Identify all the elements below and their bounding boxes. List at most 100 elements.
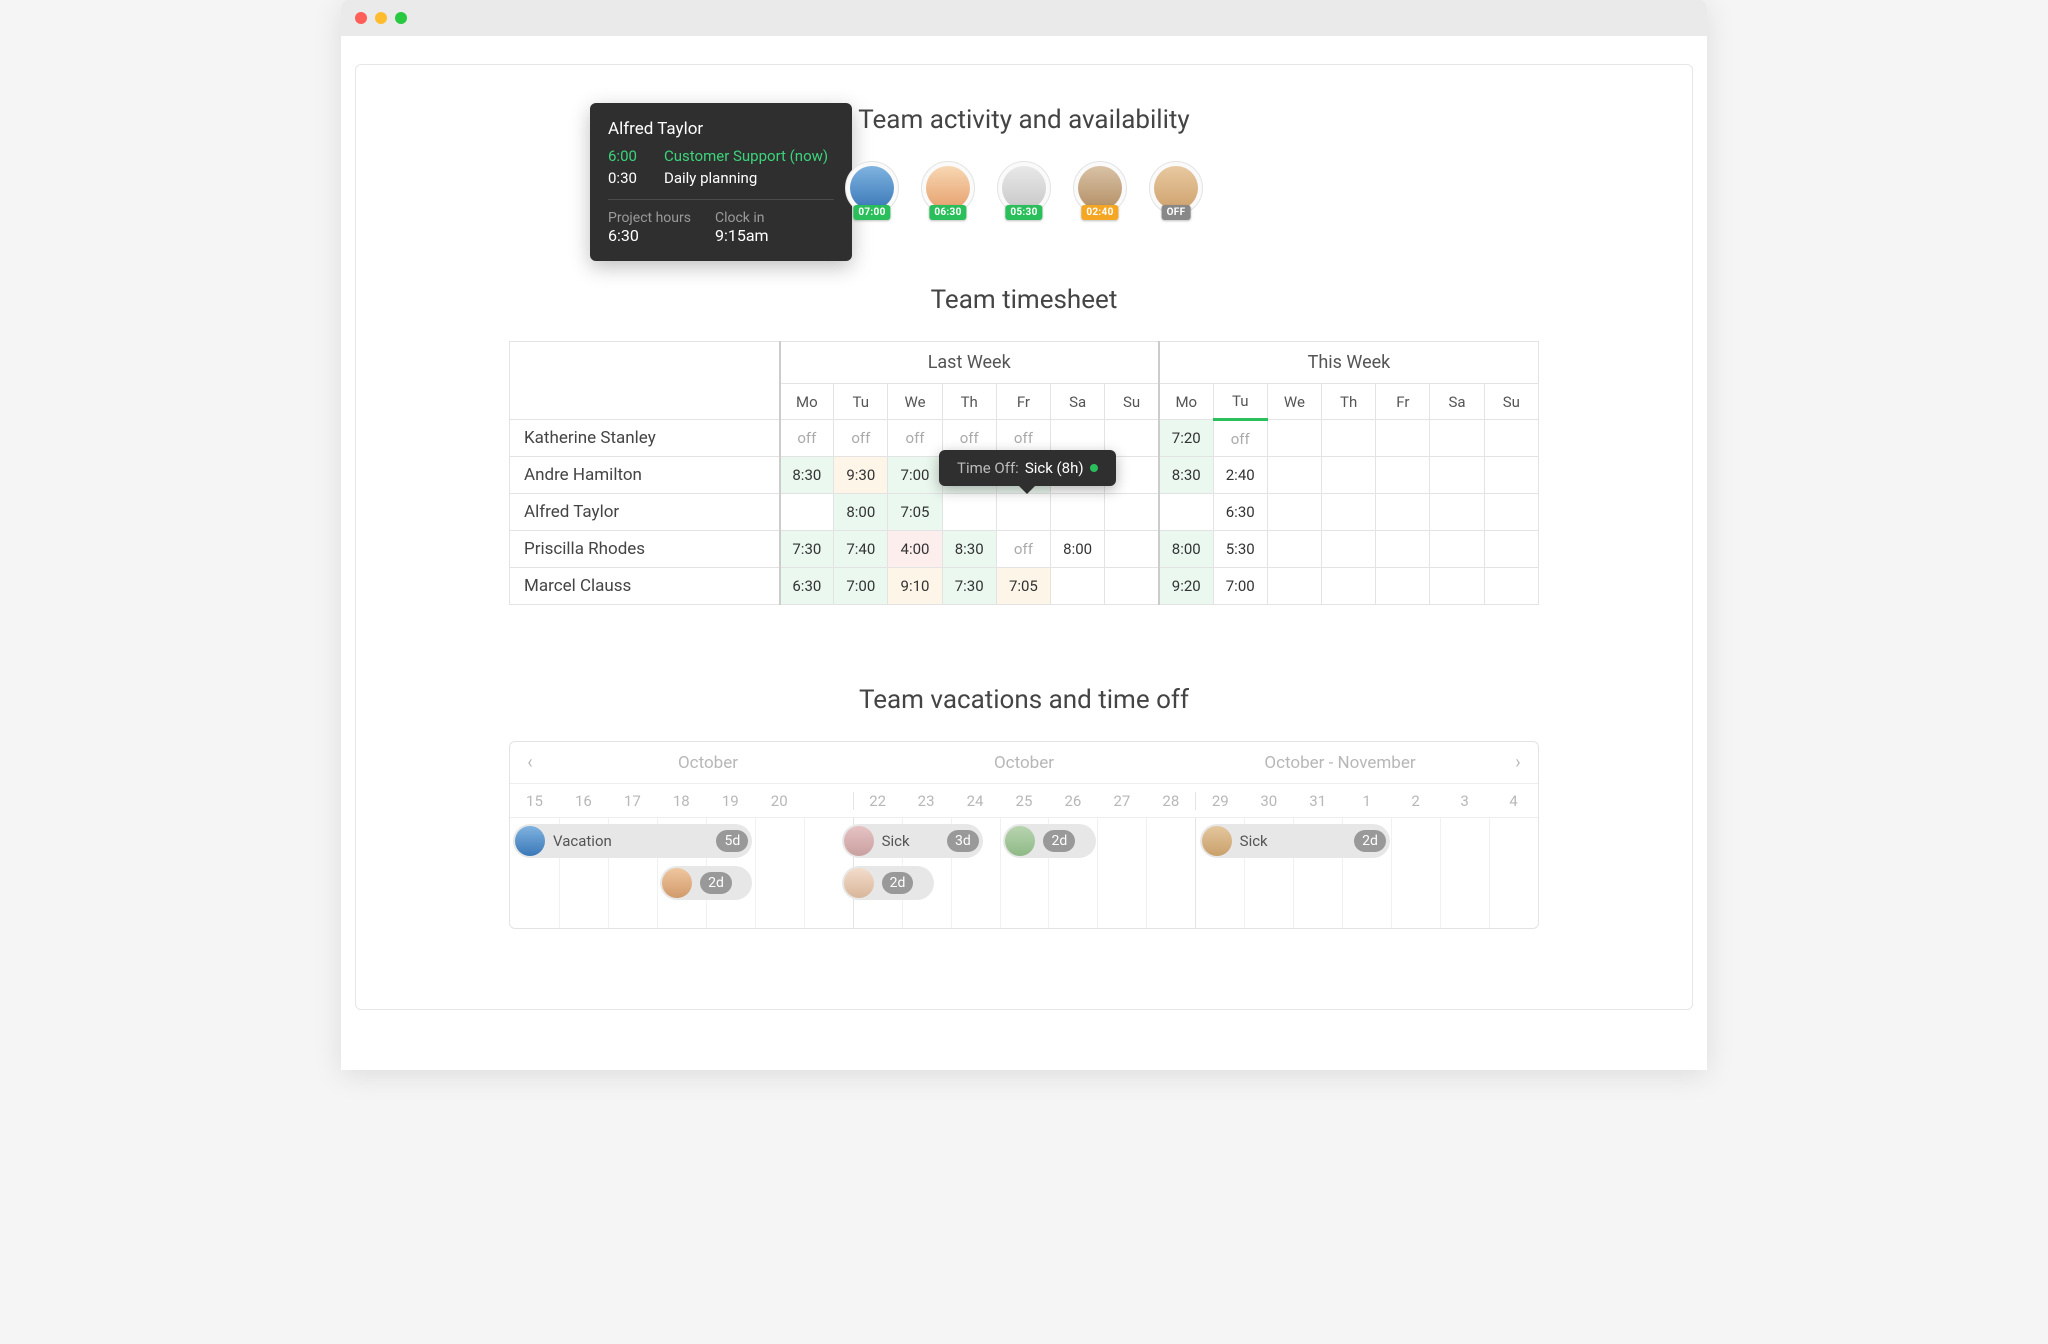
person-name[interactable]: Andre Hamilton [510, 457, 780, 494]
timesheet-cell[interactable]: 6:30 [1213, 494, 1267, 531]
team-avatar[interactable]: 06:30 [921, 161, 975, 215]
window-close-icon[interactable] [355, 12, 367, 24]
timesheet-cell[interactable] [1376, 457, 1430, 494]
day-header: Th [1322, 384, 1376, 420]
timesheet-cell[interactable]: 7:30 [942, 568, 996, 605]
timesheet-cell[interactable] [1376, 568, 1430, 605]
timesheet-cell[interactable] [996, 494, 1050, 531]
team-avatar[interactable]: 02:40 [1073, 161, 1127, 215]
timesheet-cell[interactable]: off [780, 420, 834, 457]
day-number: 28 [1146, 792, 1195, 810]
day-header: Tu [834, 384, 888, 420]
timesheet-cell[interactable]: 8:00 [1051, 531, 1105, 568]
timesheet-cell[interactable] [1484, 494, 1538, 531]
day-number: 31 [1293, 792, 1342, 810]
timesheet-cell[interactable] [1376, 420, 1430, 457]
timesheet-cell[interactable]: 7:00 [834, 568, 888, 605]
timesheet-cell[interactable] [1322, 494, 1376, 531]
timesheet-cell[interactable] [1267, 531, 1321, 568]
timesheet-cell[interactable] [1051, 568, 1105, 605]
person-name[interactable]: Priscilla Rhodes [510, 531, 780, 568]
person-name[interactable]: Katherine Stanley [510, 420, 780, 457]
timesheet-cell[interactable]: off [888, 420, 942, 457]
next-week-button[interactable]: › [1498, 752, 1538, 773]
timesheet-cell[interactable]: 8:00 [834, 494, 888, 531]
timesheet-cell[interactable]: off [834, 420, 888, 457]
timesheet-cell[interactable] [1267, 494, 1321, 531]
vacation-pill[interactable]: 2d [1003, 824, 1095, 858]
team-avatar[interactable]: 05:30 [997, 161, 1051, 215]
day-header: Fr [1376, 384, 1430, 420]
timesheet-cell[interactable] [1484, 531, 1538, 568]
timesheet-cell[interactable] [1267, 457, 1321, 494]
timesheet-cell[interactable] [1105, 568, 1159, 605]
team-avatar[interactable]: 07:00 [845, 161, 899, 215]
day-number: 25 [1000, 792, 1049, 810]
timesheet-cell[interactable]: 7:40 [834, 531, 888, 568]
time-badge: 02:40 [1081, 205, 1118, 220]
vacation-pill[interactable]: 2d [842, 866, 934, 900]
timesheet-cell[interactable]: 4:00 [888, 531, 942, 568]
timesheet-cell[interactable] [1322, 457, 1376, 494]
person-name[interactable]: Alfred Taylor [510, 494, 780, 531]
team-avatar[interactable]: OFF [1149, 161, 1203, 215]
timesheet-cell[interactable]: 8:30 [1159, 457, 1213, 494]
timesheet-cell[interactable] [1051, 494, 1105, 531]
timesheet-cell[interactable]: 7:30 [780, 531, 834, 568]
timesheet-cell[interactable] [1430, 531, 1484, 568]
timesheet-cell[interactable]: off [1213, 420, 1267, 457]
timesheet-cell[interactable]: off [996, 531, 1050, 568]
timesheet-cell[interactable] [1430, 568, 1484, 605]
timesheet-cell[interactable] [1267, 568, 1321, 605]
day-header: Fr [996, 384, 1050, 420]
day-number: 17 [608, 792, 657, 810]
timesheet-cell[interactable] [1484, 420, 1538, 457]
day-header: Su [1105, 384, 1159, 420]
timesheet-cell[interactable] [1430, 494, 1484, 531]
timesheet-cell[interactable]: 7:00 [1213, 568, 1267, 605]
timesheet-cell[interactable]: 9:30 [834, 457, 888, 494]
timesheet-cell[interactable]: 7:00 [888, 457, 942, 494]
timesheet-cell[interactable]: 6:30 [780, 568, 834, 605]
timesheet-cell[interactable] [1322, 531, 1376, 568]
pill-days: 3d [947, 830, 979, 852]
timesheet-cell[interactable] [1322, 420, 1376, 457]
timesheet-cell[interactable] [1376, 494, 1430, 531]
timesheet-cell[interactable] [942, 494, 996, 531]
day-header: Th [942, 384, 996, 420]
timesheet-cell[interactable] [1376, 531, 1430, 568]
prev-week-button[interactable]: ‹ [510, 752, 550, 773]
timesheet-cell[interactable] [1484, 568, 1538, 605]
timesheet-cell[interactable] [1484, 457, 1538, 494]
timesheet-cell[interactable] [1159, 494, 1213, 531]
vacation-pill[interactable]: Sick 2d [1200, 824, 1390, 858]
vacation-pill[interactable]: Sick 3d [842, 824, 983, 858]
timesheet-cell[interactable]: 9:10 [888, 568, 942, 605]
timesheet-cell[interactable] [1105, 494, 1159, 531]
month-label: October - November [1182, 753, 1498, 773]
timesheet-cell[interactable]: 8:30 [780, 457, 834, 494]
timesheet-cell[interactable] [1267, 420, 1321, 457]
timesheet-cell[interactable] [1430, 420, 1484, 457]
avatar-icon [1078, 166, 1122, 210]
timesheet-cell[interactable] [780, 494, 834, 531]
person-name[interactable]: Marcel Clauss [510, 568, 780, 605]
timesheet-cell[interactable]: 5:30 [1213, 531, 1267, 568]
window-minimize-icon[interactable] [375, 12, 387, 24]
timesheet-cell[interactable] [1105, 531, 1159, 568]
vacation-pill[interactable]: 2d [660, 866, 752, 900]
day-header: We [1267, 384, 1321, 420]
timesheet-cell[interactable]: 8:30 [942, 531, 996, 568]
timesheet-cell[interactable] [1430, 457, 1484, 494]
timesheet-cell[interactable] [1322, 568, 1376, 605]
timesheet-cell[interactable]: 9:20 [1159, 568, 1213, 605]
window-maximize-icon[interactable] [395, 12, 407, 24]
timesheet-cell[interactable]: 7:05 [888, 494, 942, 531]
table-row: Priscilla Rhodes7:307:404:008:30off8:008… [510, 531, 1539, 568]
tooltip-prev-task: Daily planning [664, 169, 757, 187]
timesheet-cell[interactable]: 8:00 [1159, 531, 1213, 568]
timesheet-cell[interactable]: 7:20 [1159, 420, 1213, 457]
vacation-pill[interactable]: Vacation 5d [513, 824, 752, 858]
timesheet-cell[interactable]: 7:05 [996, 568, 1050, 605]
timesheet-cell[interactable]: 2:40 [1213, 457, 1267, 494]
